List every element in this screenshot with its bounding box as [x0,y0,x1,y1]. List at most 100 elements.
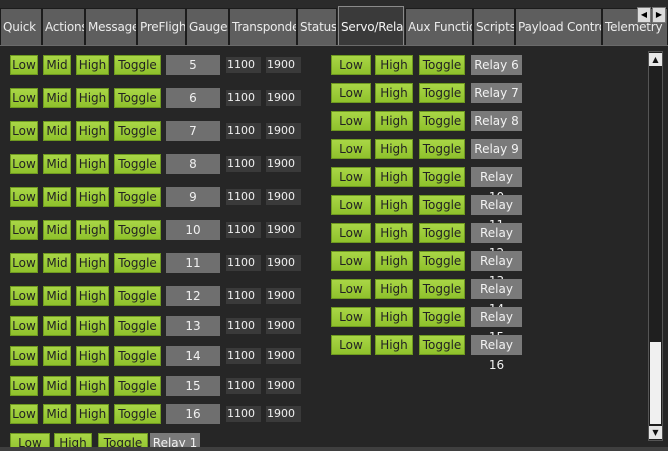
servo-low-pwm[interactable]: 1100 [226,406,261,422]
servo-high-button[interactable]: High [76,55,109,75]
relay-low-button[interactable]: Low [331,111,371,131]
relay-toggle-button[interactable]: Toggle [419,55,465,75]
scroll-down-icon[interactable]: ▼ [649,426,662,439]
servo-mid-button[interactable]: Mid [43,346,71,366]
relay-toggle-button[interactable]: Toggle [419,111,465,131]
relay-low-button[interactable]: Low [331,83,371,103]
relay-low-button[interactable]: Low [331,335,371,355]
servo-high-pwm[interactable]: 1900 [266,189,301,205]
servo-low-pwm[interactable]: 1100 [226,255,261,271]
servo-low-button[interactable]: Low [10,286,38,306]
servo-low-pwm[interactable]: 1100 [226,288,261,304]
servo-mid-button[interactable]: Mid [43,316,71,336]
servo-low-pwm[interactable]: 1100 [226,189,261,205]
tab-gauges[interactable]: Gauges [186,8,229,45]
servo-toggle-button[interactable]: Toggle [114,404,161,424]
relay-low-button[interactable]: Low [331,223,371,243]
servo-toggle-button[interactable]: Toggle [114,286,161,306]
relay-low-button[interactable]: Low [331,55,371,75]
servo-low-pwm[interactable]: 1100 [226,90,261,106]
servo-high-pwm[interactable]: 1900 [266,123,301,139]
servo-high-button[interactable]: High [76,376,109,396]
servo-low-pwm[interactable]: 1100 [226,57,261,73]
servo-high-button[interactable]: High [76,316,109,336]
servo-mid-button[interactable]: Mid [43,55,71,75]
servo-high-button[interactable]: High [76,154,109,174]
servo-toggle-button[interactable]: Toggle [114,253,161,273]
servo-low-button[interactable]: Low [10,220,38,240]
relay-toggle-button[interactable]: Toggle [98,433,148,448]
relay-low-button[interactable]: Low [331,251,371,271]
servo-mid-button[interactable]: Mid [43,376,71,396]
relay-low-button[interactable]: Low [331,307,371,327]
servo-toggle-button[interactable]: Toggle [114,376,161,396]
servo-mid-button[interactable]: Mid [43,88,71,108]
relay-high-button[interactable]: High [375,83,413,103]
servo-low-button[interactable]: Low [10,253,38,273]
scroll-up-icon[interactable]: ▲ [649,53,662,66]
servo-low-button[interactable]: Low [10,55,38,75]
relay-high-button[interactable]: High [375,251,413,271]
servo-high-button[interactable]: High [76,404,109,424]
servo-mid-button[interactable]: Mid [43,286,71,306]
servo-high-pwm[interactable]: 1900 [266,156,301,172]
servo-high-pwm[interactable]: 1900 [266,378,301,394]
relay-toggle-button[interactable]: Toggle [419,307,465,327]
relay-low-button[interactable]: Low [331,167,371,187]
tab-status[interactable]: Status [297,8,337,45]
tab-actions[interactable]: Actions [42,8,85,45]
vertical-scrollbar[interactable]: ▲ ▼ [648,51,663,441]
servo-low-button[interactable]: Low [10,404,38,424]
tab-scripts[interactable]: Scripts [473,8,515,45]
servo-low-button[interactable]: Low [10,154,38,174]
tab-quick[interactable]: Quick [0,8,42,45]
servo-high-pwm[interactable]: 1900 [266,255,301,271]
servo-mid-button[interactable]: Mid [43,253,71,273]
relay-high-button[interactable]: High [375,307,413,327]
servo-high-button[interactable]: High [76,346,109,366]
servo-toggle-button[interactable]: Toggle [114,346,161,366]
servo-toggle-button[interactable]: Toggle [114,316,161,336]
servo-low-button[interactable]: Low [10,121,38,141]
scroll-thumb[interactable] [650,342,661,424]
relay-low-button[interactable]: Low [10,433,50,448]
servo-low-pwm[interactable]: 1100 [226,123,261,139]
tab-scroll-left-icon[interactable]: ◀ [637,7,651,23]
tab-servo-relay[interactable]: Servo/Relay [338,6,404,46]
relay-toggle-button[interactable]: Toggle [419,83,465,103]
relay-low-button[interactable]: Low [331,139,371,159]
tab-scroll-right-icon[interactable]: ▶ [652,7,666,23]
servo-low-button[interactable]: Low [10,376,38,396]
relay-toggle-button[interactable]: Toggle [419,279,465,299]
relay-low-button[interactable]: Low [331,279,371,299]
servo-low-button[interactable]: Low [10,316,38,336]
relay-toggle-button[interactable]: Toggle [419,335,465,355]
servo-toggle-button[interactable]: Toggle [114,187,161,207]
servo-high-pwm[interactable]: 1900 [266,318,301,334]
servo-high-button[interactable]: High [76,88,109,108]
relay-toggle-button[interactable]: Toggle [419,195,465,215]
servo-high-pwm[interactable]: 1900 [266,406,301,422]
servo-low-button[interactable]: Low [10,187,38,207]
servo-low-pwm[interactable]: 1100 [226,156,261,172]
relay-high-button[interactable]: High [54,433,92,448]
relay-low-button[interactable]: Low [331,195,371,215]
tab-preflight[interactable]: PreFlight [137,8,186,45]
servo-low-pwm[interactable]: 1100 [226,378,261,394]
servo-high-button[interactable]: High [76,286,109,306]
relay-high-button[interactable]: High [375,335,413,355]
relay-high-button[interactable]: High [375,55,413,75]
servo-toggle-button[interactable]: Toggle [114,154,161,174]
servo-mid-button[interactable]: Mid [43,121,71,141]
servo-low-button[interactable]: Low [10,346,38,366]
tab-transponder[interactable]: Transponder [229,8,297,45]
servo-low-pwm[interactable]: 1100 [226,222,261,238]
tab-messages[interactable]: Messages [85,8,137,45]
servo-low-pwm[interactable]: 1100 [226,318,261,334]
relay-toggle-button[interactable]: Toggle [419,223,465,243]
servo-toggle-button[interactable]: Toggle [114,121,161,141]
servo-mid-button[interactable]: Mid [43,220,71,240]
servo-high-button[interactable]: High [76,121,109,141]
servo-high-button[interactable]: High [76,220,109,240]
servo-high-pwm[interactable]: 1900 [266,90,301,106]
